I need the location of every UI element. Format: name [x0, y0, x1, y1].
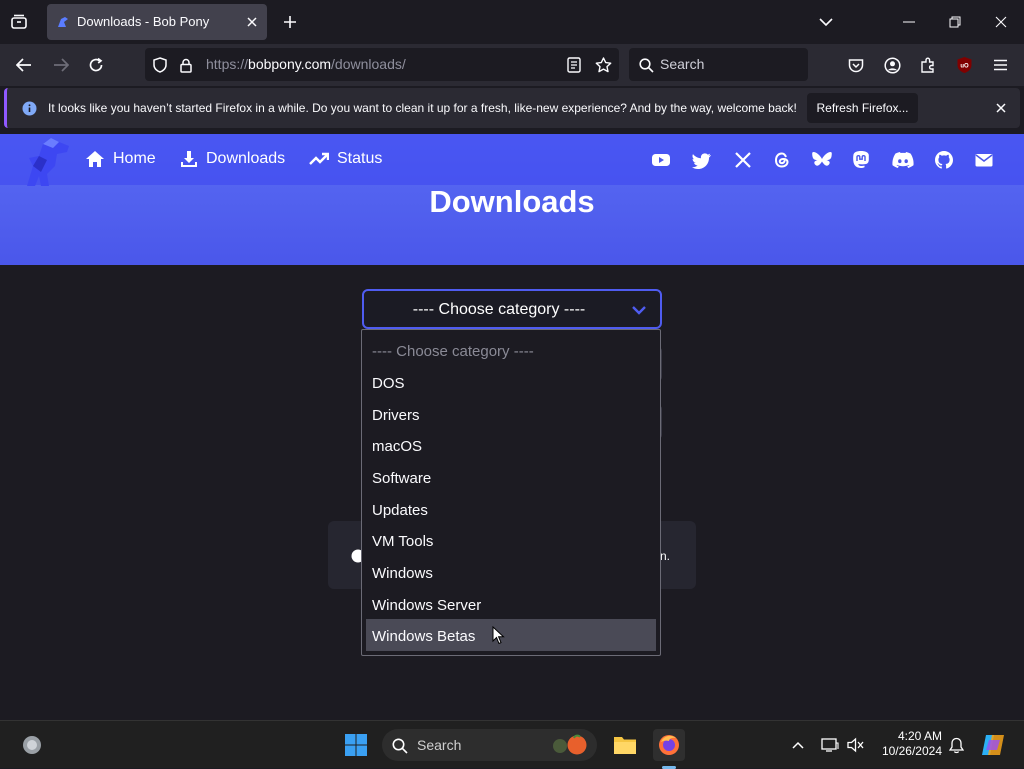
- category-select-value: ---- Choose category ----: [412, 301, 586, 318]
- nav-status-label: Status: [337, 150, 383, 167]
- tab-overview-icon[interactable]: [8, 11, 30, 33]
- svg-text:uO: uO: [960, 64, 969, 70]
- option-windows-server[interactable]: Windows Server: [372, 597, 481, 614]
- bob-pony-logo[interactable]: [18, 136, 74, 188]
- option-placeholder[interactable]: ---- Choose category ----: [372, 343, 534, 360]
- threads-icon[interactable]: [772, 150, 792, 170]
- taskbar-clock[interactable]: 4:20 AM 10/26/2024: [874, 729, 942, 759]
- x-icon[interactable]: [733, 150, 753, 170]
- reload-icon[interactable]: [85, 54, 107, 76]
- option-vm-tools[interactable]: VM Tools: [372, 533, 433, 550]
- nav-home-link[interactable]: Home: [85, 150, 156, 168]
- windows-taskbar: Search 4:20 AM 10/26/2024: [0, 720, 1024, 769]
- search-icon: [637, 56, 655, 74]
- nav-downloads-label: Downloads: [206, 150, 286, 167]
- option-windows[interactable]: Windows: [372, 565, 433, 582]
- menu-icon[interactable]: [989, 54, 1011, 76]
- pocket-icon[interactable]: [845, 54, 867, 76]
- volume-muted-icon[interactable]: [845, 735, 867, 755]
- shield-icon[interactable]: [151, 56, 169, 74]
- new-tab-icon[interactable]: [279, 11, 301, 33]
- navigation-toolbar: https://bobpony.com/downloads/ Search uO: [0, 44, 1024, 86]
- search-bar[interactable]: Search: [629, 48, 808, 81]
- discord-icon[interactable]: [891, 150, 915, 170]
- start-button-icon[interactable]: [343, 732, 369, 758]
- refresh-firefox-button[interactable]: Refresh Firefox...: [807, 93, 918, 123]
- list-tabs-chevron-icon[interactable]: [815, 11, 837, 33]
- page-title: Downloads: [429, 184, 595, 219]
- nav-downloads-link[interactable]: Downloads: [180, 150, 285, 168]
- restore-icon[interactable]: [944, 11, 966, 33]
- account-icon[interactable]: [881, 54, 903, 76]
- forward-icon[interactable]: [50, 54, 72, 76]
- option-windows-betas[interactable]: Windows Betas: [372, 628, 475, 645]
- twitter-icon[interactable]: [692, 150, 712, 170]
- search-placeholder: Search: [660, 56, 705, 72]
- option-dos[interactable]: DOS: [372, 375, 405, 392]
- youtube-icon[interactable]: [651, 150, 671, 170]
- nav-home-label: Home: [113, 150, 156, 167]
- category-dropdown-list: ---- Choose category ---- DOS Drivers ma…: [361, 329, 661, 656]
- notification-bell-icon[interactable]: [946, 735, 966, 755]
- minimize-icon[interactable]: [898, 11, 920, 33]
- search-highlight-icon: [550, 734, 592, 756]
- tab-strip: Downloads - Bob Pony: [0, 0, 1024, 44]
- close-window-icon[interactable]: [990, 11, 1012, 33]
- info-icon: [21, 100, 37, 116]
- tab-downloads[interactable]: Downloads - Bob Pony: [47, 4, 267, 40]
- option-software[interactable]: Software: [372, 470, 431, 487]
- bookmark-star-icon[interactable]: [593, 55, 613, 75]
- option-updates[interactable]: Updates: [372, 502, 428, 519]
- download-icon: [181, 151, 197, 167]
- mouse-cursor-icon: [491, 625, 505, 645]
- notification-message: It looks like you haven’t started Firefo…: [48, 101, 797, 115]
- close-tab-icon[interactable]: [243, 13, 261, 31]
- address-bar[interactable]: https://bobpony.com/downloads/: [145, 48, 619, 81]
- weather-widget-icon[interactable]: [20, 733, 44, 757]
- taskbar-search-icon: [391, 737, 409, 755]
- url-text[interactable]: https://bobpony.com/downloads/: [206, 56, 406, 72]
- trend-icon: [309, 152, 329, 165]
- site-favicon-icon: [55, 14, 71, 30]
- github-icon[interactable]: [934, 150, 954, 170]
- home-icon: [86, 151, 104, 167]
- ublock-origin-icon[interactable]: uO: [953, 54, 975, 76]
- category-select[interactable]: ---- Choose category ----: [362, 289, 662, 329]
- display-icon[interactable]: [819, 735, 841, 755]
- clock-date: 10/26/2024: [881, 744, 942, 758]
- tray-overflow-chevron-icon[interactable]: [788, 735, 808, 755]
- bluesky-icon[interactable]: [811, 150, 832, 170]
- chevron-down-icon: [630, 303, 648, 317]
- close-notification-icon[interactable]: [992, 99, 1010, 117]
- copilot-icon[interactable]: [979, 731, 1007, 759]
- lock-icon[interactable]: [177, 56, 195, 74]
- extensions-icon[interactable]: [917, 54, 939, 76]
- clock-time: 4:20 AM: [897, 729, 942, 743]
- notification-bar: It looks like you haven’t started Firefo…: [4, 88, 1020, 128]
- back-icon[interactable]: [13, 54, 35, 76]
- tab-title: Downloads - Bob Pony: [77, 14, 210, 29]
- firefox-taskbar-icon[interactable]: [653, 729, 685, 761]
- mastodon-icon[interactable]: [852, 150, 872, 170]
- option-macos[interactable]: macOS: [372, 438, 422, 455]
- taskbar-search-placeholder: Search: [417, 737, 462, 753]
- email-icon[interactable]: [974, 150, 994, 170]
- taskbar-search[interactable]: Search: [382, 729, 597, 761]
- nav-status-link[interactable]: Status: [309, 150, 382, 168]
- site-header: Home Downloads Status Downloads: [0, 134, 1024, 265]
- reader-view-icon[interactable]: [565, 56, 583, 74]
- option-drivers[interactable]: Drivers: [372, 407, 420, 424]
- info-card-text: n.: [660, 549, 671, 563]
- file-explorer-icon[interactable]: [612, 732, 638, 758]
